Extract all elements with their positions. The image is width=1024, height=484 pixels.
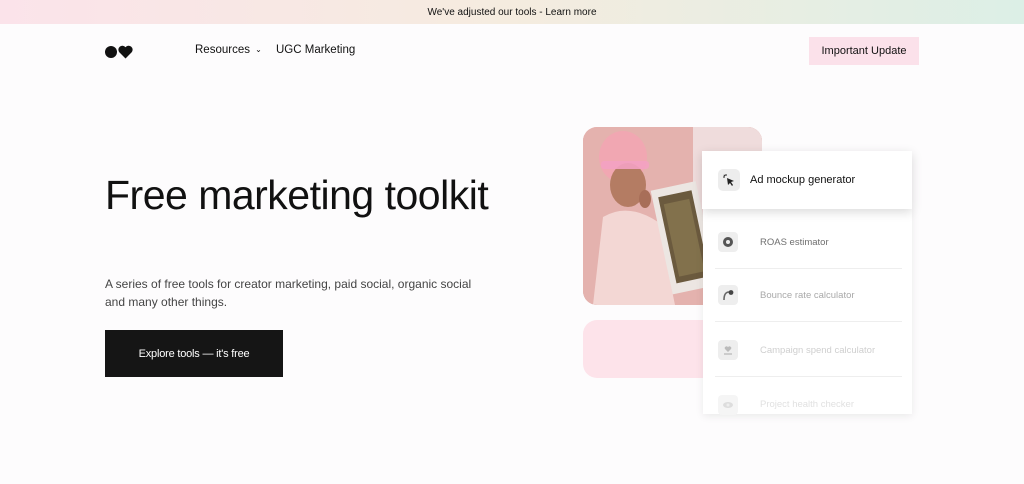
important-update-button[interactable]: Important Update (809, 37, 919, 65)
tool-item-roas[interactable]: ROAS estimator (715, 216, 902, 269)
bounce-icon (718, 285, 738, 305)
coin-icon (718, 232, 738, 252)
cursor-click-icon (718, 169, 740, 191)
tool-item-label: Campaign spend calculator (760, 344, 876, 356)
hero-subtitle: A series of free tools for creator marke… (105, 277, 472, 309)
nav-resources[interactable]: Resources ⌄ (195, 44, 262, 56)
tool-item-label: Project health checker (760, 399, 854, 410)
nav-ugc-marketing[interactable]: UGC Marketing (276, 44, 355, 56)
tool-item-label: ROAS estimator (760, 236, 829, 248)
explore-tools-button[interactable]: Explore tools — it's free (105, 330, 283, 377)
tool-item-project-health[interactable]: Project health checker (715, 378, 902, 431)
announcement-text[interactable]: We've adjusted our tools - Learn more (427, 7, 596, 18)
tool-item-bounce-rate[interactable]: Bounce rate calculator (715, 269, 902, 322)
logo-dot (105, 46, 117, 58)
eye-icon (718, 394, 738, 415)
tool-item-ad-mockup[interactable]: Ad mockup generator (702, 151, 912, 209)
chevron-down-icon: ⌄ (255, 45, 262, 55)
tool-item-label: Ad mockup generator (750, 174, 856, 186)
hero-title: Free marketing toolkit (105, 172, 489, 218)
top-nav: Resources ⌄ UGC Marketing Important Upda… (0, 24, 1024, 80)
tools-list-panel: ROAS estimator Bounce rate calculator Ca… (703, 208, 912, 415)
tool-item-campaign-spend[interactable]: Campaign spend calculator (715, 324, 902, 377)
nav-resources-label: Resources (195, 44, 250, 56)
brand-logo[interactable] (105, 45, 133, 59)
announcement-banner[interactable]: We've adjusted our tools - Learn more (0, 0, 1024, 24)
heart-icon (118, 45, 133, 59)
tool-item-label: Bounce rate calculator (760, 289, 855, 301)
heart-hand-icon (718, 340, 738, 360)
